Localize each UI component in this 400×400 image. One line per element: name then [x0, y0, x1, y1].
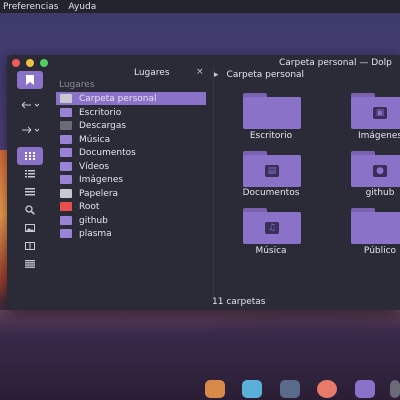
place-label: Vídeos [79, 161, 110, 172]
place-videos[interactable]: Vídeos [56, 160, 206, 173]
pictures-folder-icon [60, 175, 72, 184]
place-label: Documentos [79, 147, 136, 158]
music-folder-icon [60, 135, 72, 144]
place-papelera[interactable]: Papelera [56, 187, 206, 200]
github-icon: ● [373, 165, 387, 177]
places-section-header: Lugares [59, 80, 95, 90]
folder-label: Música [255, 246, 287, 256]
folder-musica[interactable]: ♫ [243, 208, 305, 248]
place-documentos[interactable]: Documentos [56, 146, 206, 159]
place-imagenes[interactable]: Imágenes [56, 173, 206, 186]
folder-icon [60, 216, 72, 225]
place-label: Escritorio [79, 107, 122, 118]
folder-github[interactable]: ● [351, 151, 400, 191]
place-label: github [79, 215, 108, 226]
place-descargas[interactable]: Descargas [56, 119, 206, 132]
menu-ayuda[interactable]: Ayuda [68, 2, 96, 12]
videos-folder-icon [60, 162, 72, 171]
close-window-button[interactable] [12, 59, 20, 67]
window-title: Carpeta personal — Dolp [279, 58, 392, 68]
place-label: Root [79, 201, 100, 212]
preview-button[interactable] [17, 219, 43, 237]
minimize-window-button[interactable] [26, 59, 34, 67]
place-label: Música [79, 134, 111, 145]
list-icon [25, 170, 35, 178]
place-label: plasma [79, 228, 112, 239]
place-label: Descargas [79, 120, 127, 131]
place-root[interactable]: Root [56, 200, 206, 213]
places-panel: Lugares × Lugares Carpeta personal Escri… [56, 66, 211, 256]
vscode-icon[interactable] [355, 380, 375, 398]
settings-icon[interactable] [390, 380, 400, 398]
document-icon: ▤ [265, 165, 279, 177]
folder-escritorio[interactable] [243, 93, 305, 133]
toggle-places-button[interactable] [17, 71, 43, 89]
folder-imagenes[interactable]: ▣ [351, 93, 400, 133]
details-icon [25, 188, 35, 196]
grid-icon [25, 152, 35, 160]
folder-label: github [365, 188, 395, 198]
folder-label: Escritorio [249, 131, 293, 141]
panel-divider [213, 66, 214, 296]
breadcrumb[interactable]: ▸ Carpeta personal [214, 70, 304, 80]
place-label: Papelera [79, 188, 119, 199]
split-view-button[interactable] [17, 237, 43, 255]
search-icon [25, 205, 35, 215]
bookmark-icon [26, 75, 34, 85]
image-icon [25, 224, 35, 232]
image-icon: ▣ [373, 107, 387, 119]
split-view-icon [25, 242, 35, 250]
download-icon [60, 121, 72, 130]
places-panel-title: Lugares [134, 68, 170, 78]
firefox-icon[interactable] [205, 380, 225, 398]
chrome-icon[interactable] [317, 380, 337, 398]
menu-bar: Preferencias Ayuda [0, 0, 400, 13]
folder-label: Imágenes [357, 131, 400, 141]
music-icon: ♫ [265, 222, 279, 234]
place-plasma[interactable]: plasma [56, 227, 206, 240]
places-close-icon[interactable]: × [196, 67, 204, 77]
folder-icon [60, 229, 72, 238]
arrow-left-icon [21, 101, 39, 109]
trash-icon [60, 189, 72, 198]
arrow-right-icon [22, 126, 39, 134]
forward-button[interactable] [17, 121, 43, 139]
root-folder-icon [60, 202, 72, 211]
place-label: Carpeta personal [79, 93, 157, 104]
folder-label: Público [363, 246, 397, 256]
icon-view-button[interactable] [17, 147, 43, 165]
documents-folder-icon [60, 148, 72, 157]
place-carpeta-personal[interactable]: Carpeta personal [56, 92, 206, 105]
dock [200, 378, 400, 400]
place-github[interactable]: github [56, 214, 206, 227]
dolphin-window: Carpeta personal — Dolp Lugares × Lugare… [7, 55, 400, 310]
breadcrumb-arrow-icon: ▸ [214, 70, 219, 80]
desktop-folder-icon [60, 108, 72, 117]
back-button[interactable] [17, 96, 43, 114]
menu-button[interactable] [17, 255, 43, 273]
place-musica[interactable]: Música [56, 133, 206, 146]
folder-label: Documentos [242, 188, 300, 198]
place-escritorio[interactable]: Escritorio [56, 106, 206, 119]
details-view-button[interactable] [17, 183, 43, 201]
compact-view-button[interactable] [17, 165, 43, 183]
maximize-window-button[interactable] [40, 59, 48, 67]
files-icon[interactable] [242, 380, 262, 398]
home-icon [60, 94, 72, 103]
folder-documentos[interactable]: ▤ [243, 151, 305, 191]
search-button[interactable] [17, 201, 43, 219]
menu-preferencias[interactable]: Preferencias [3, 2, 58, 12]
status-bar-text: 11 carpetas [212, 297, 266, 307]
place-label: Imágenes [79, 174, 124, 185]
folder-publico[interactable] [351, 208, 400, 248]
hamburger-icon [25, 260, 35, 268]
breadcrumb-label: Carpeta personal [226, 70, 305, 80]
terminal-icon[interactable] [280, 380, 300, 398]
